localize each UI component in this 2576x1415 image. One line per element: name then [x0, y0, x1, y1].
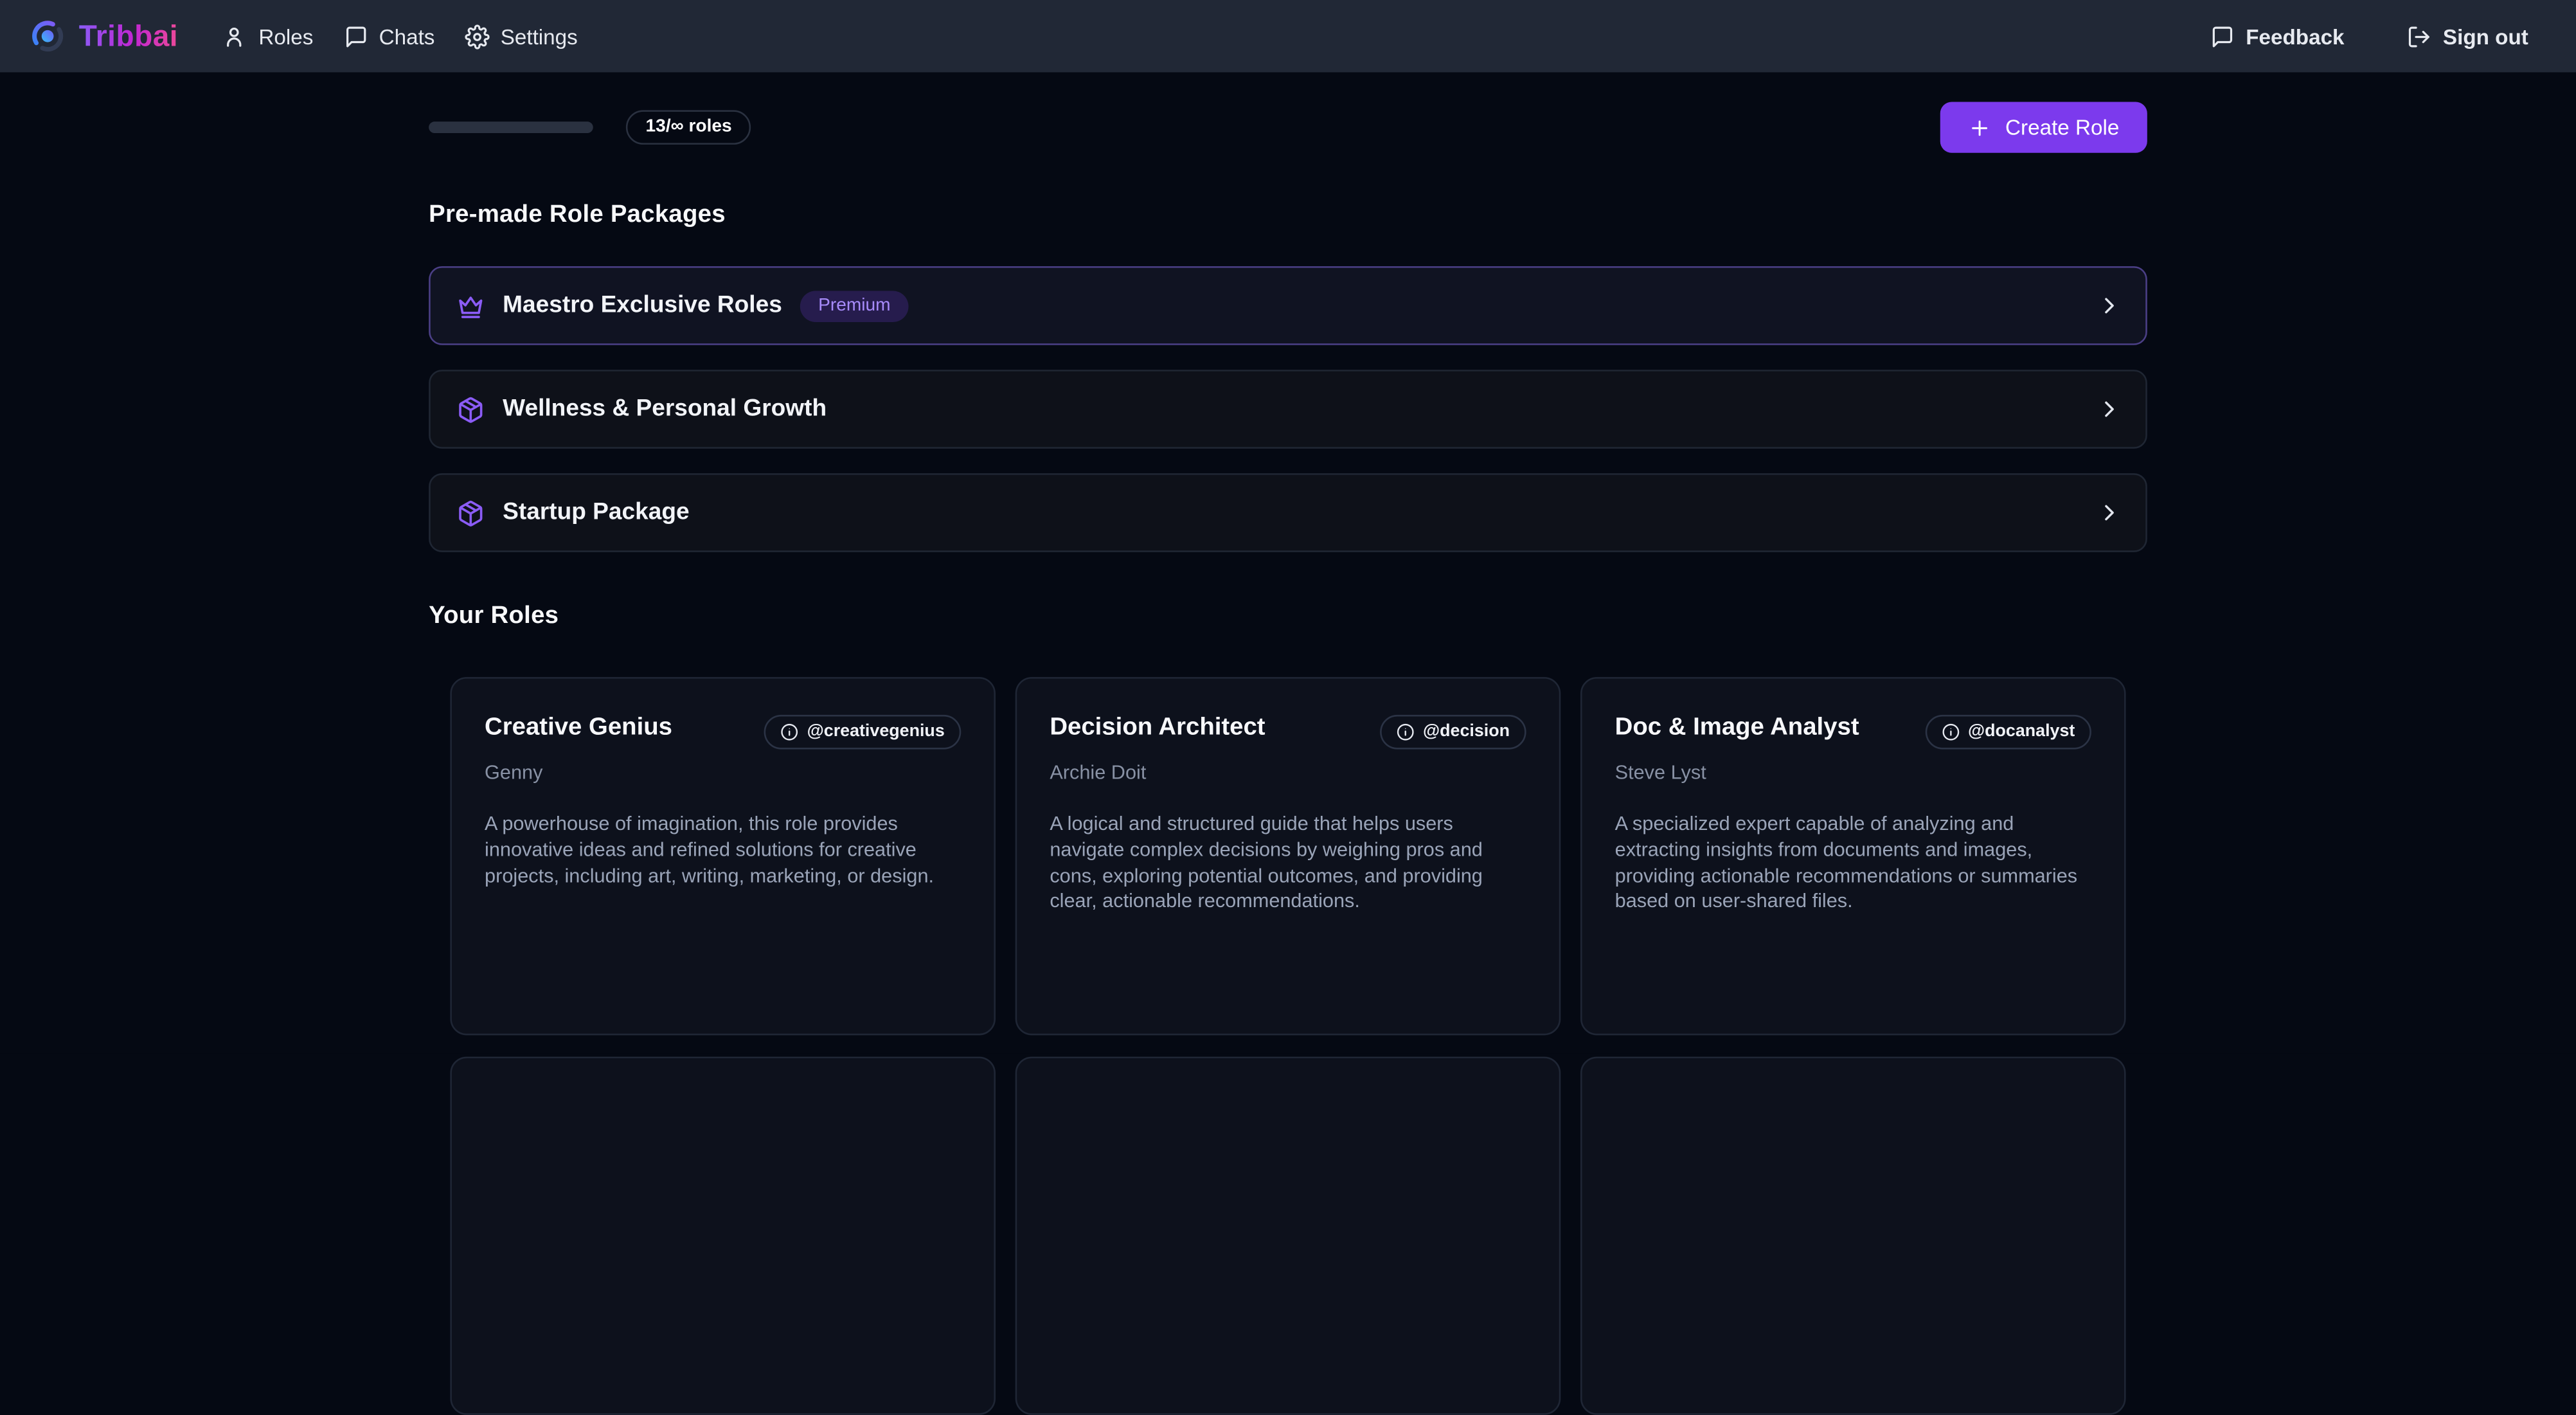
roles-progress-cluster: 13/∞ roles — [429, 110, 751, 145]
chat-bubble-icon — [343, 24, 367, 48]
package-row-wellness[interactable]: Wellness & Personal Growth — [429, 370, 2147, 449]
role-subtitle: Archie Doit — [1050, 761, 1526, 784]
info-icon — [1942, 723, 1960, 741]
chat-bubble-icon — [2210, 24, 2234, 48]
role-card-creative-genius[interactable]: Creative Genius @creativegenius Genny A … — [450, 677, 996, 1035]
nav-item-label: Settings — [501, 24, 578, 48]
crown-icon — [457, 292, 485, 320]
create-role-label: Create Role — [2005, 115, 2119, 140]
role-card-partial[interactable] — [1580, 1057, 2126, 1415]
premium-badge: Premium — [800, 290, 909, 321]
your-roles-grid-partial-row — [429, 1057, 2147, 1415]
your-roles-heading: Your Roles — [429, 602, 2147, 629]
package-title: Startup Package — [503, 500, 689, 526]
role-handle: @decision — [1423, 723, 1510, 741]
role-handle-badge[interactable]: @decision — [1381, 715, 1526, 750]
navbar-right: Feedback Sign out — [2206, 14, 2532, 59]
sign-out-icon — [2407, 24, 2431, 48]
feedback-button[interactable]: Feedback — [2206, 14, 2348, 59]
brand-logo[interactable]: Tribbai — [30, 18, 178, 54]
sign-out-button[interactable]: Sign out — [2404, 14, 2532, 59]
package-icon — [457, 499, 485, 527]
role-description: A specialized expert capable of analyzin… — [1615, 812, 2091, 916]
role-subtitle: Genny — [485, 761, 961, 784]
nav-item-roles[interactable]: Roles — [219, 14, 316, 59]
your-roles-grid: Creative Genius @creativegenius Genny A … — [429, 677, 2147, 1035]
package-icon — [457, 395, 485, 423]
chevron-right-icon — [2097, 293, 2123, 319]
role-card-partial[interactable] — [450, 1057, 996, 1415]
info-icon — [1397, 723, 1415, 741]
user-icon — [222, 24, 247, 48]
card-header: Doc & Image Analyst @docanalyst — [1615, 713, 2091, 749]
main-content: 13/∞ roles Create Role Pre-made Role Pac… — [429, 102, 2147, 1414]
role-subtitle: Steve Lyst — [1615, 761, 2091, 784]
nav-item-label: Chats — [379, 24, 435, 48]
role-handle-badge[interactable]: @docanalyst — [1926, 715, 2091, 750]
role-card-decision-architect[interactable]: Decision Architect @decision Archie Doit… — [1015, 677, 1561, 1035]
role-handle: @creativegenius — [807, 723, 945, 741]
role-title: Creative Genius — [485, 713, 672, 743]
sign-out-label: Sign out — [2443, 24, 2528, 48]
feedback-label: Feedback — [2246, 24, 2344, 48]
role-card-partial[interactable] — [1015, 1057, 1561, 1415]
tribbai-logo-icon — [30, 18, 66, 54]
chevron-right-icon — [2097, 396, 2123, 422]
role-handle: @docanalyst — [1968, 723, 2075, 741]
nav-item-chats[interactable]: Chats — [339, 14, 438, 59]
role-title: Doc & Image Analyst — [1615, 713, 1859, 743]
role-description: A powerhouse of imagination, this role p… — [485, 812, 961, 890]
plus-icon — [1967, 116, 1990, 139]
package-title: Maestro Exclusive Roles — [503, 293, 782, 319]
role-card-doc-image-analyst[interactable]: Doc & Image Analyst @docanalyst Steve Ly… — [1580, 677, 2126, 1035]
card-header: Decision Architect @decision — [1050, 713, 1526, 749]
main-nav: Roles Chats Settings — [219, 14, 581, 59]
roles-count-badge: 13/∞ roles — [626, 110, 752, 145]
app-viewport: Tribbai Roles Chats Settings — [0, 0, 2576, 1053]
role-handle-badge[interactable]: @creativegenius — [764, 715, 961, 750]
packages-heading: Pre-made Role Packages — [429, 201, 2147, 228]
roles-toolbar: 13/∞ roles Create Role — [429, 102, 2147, 152]
package-row-startup[interactable]: Startup Package — [429, 473, 2147, 552]
package-row-maestro[interactable]: Maestro Exclusive Roles Premium — [429, 266, 2147, 345]
role-description: A logical and structured guide that help… — [1050, 812, 1526, 916]
brand-name: Tribbai — [79, 19, 178, 53]
nav-item-settings[interactable]: Settings — [461, 14, 581, 59]
nav-item-label: Roles — [258, 24, 313, 48]
top-navbar: Tribbai Roles Chats Settings — [0, 0, 2576, 72]
role-title: Decision Architect — [1050, 713, 1265, 743]
package-title: Wellness & Personal Growth — [503, 396, 827, 422]
create-role-button[interactable]: Create Role — [1940, 102, 2147, 152]
packages-list: Maestro Exclusive Roles Premium Wellness… — [429, 266, 2147, 552]
gear-icon — [464, 24, 488, 48]
roles-progress-bar — [429, 122, 593, 133]
info-icon — [781, 723, 799, 741]
card-header: Creative Genius @creativegenius — [485, 713, 961, 749]
chevron-right-icon — [2097, 500, 2123, 526]
